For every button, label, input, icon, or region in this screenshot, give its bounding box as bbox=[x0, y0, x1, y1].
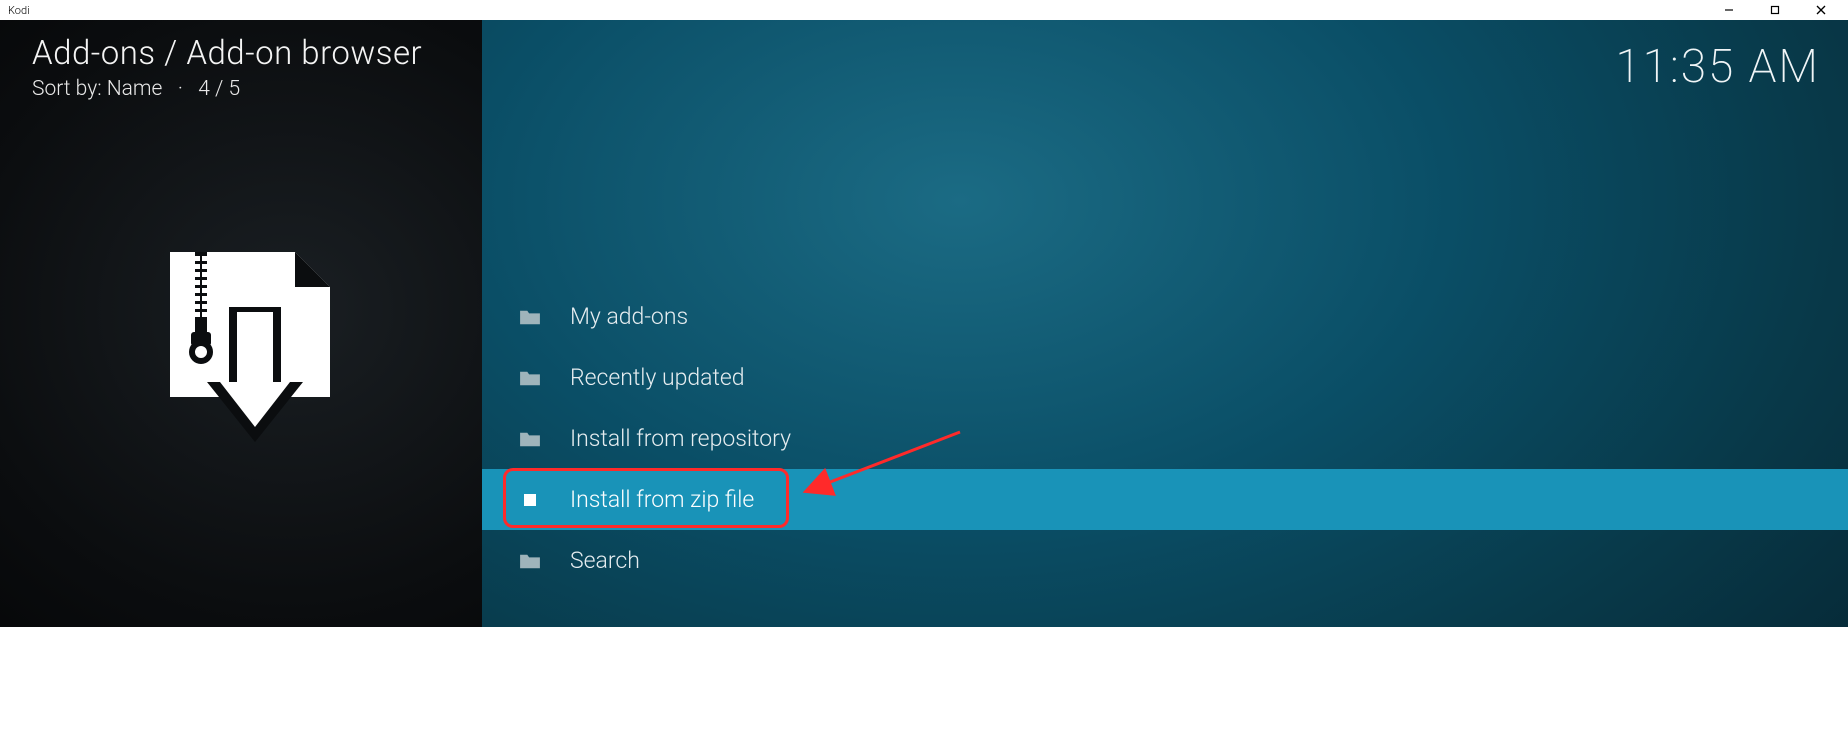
menu-item-install-from-zip-file[interactable]: Install from zip file bbox=[482, 469, 1848, 530]
addon-browser-menu: My add-ons Recently updated Install from r… bbox=[482, 286, 1848, 591]
folder-icon bbox=[518, 307, 542, 327]
menu-item-recently-updated[interactable]: Recently updated bbox=[482, 347, 1848, 408]
maximize-button[interactable] bbox=[1752, 0, 1798, 20]
folder-icon bbox=[518, 429, 542, 449]
menu-item-label: Search bbox=[570, 547, 640, 574]
menu-item-my-add-ons[interactable]: My add-ons bbox=[482, 286, 1848, 347]
breadcrumb: Add-ons / Add-on browser bbox=[32, 34, 422, 73]
file-icon bbox=[518, 490, 542, 510]
app-frame: Add-ons / Add-on browser Sort by: Name ·… bbox=[0, 20, 1848, 743]
window-controls bbox=[1706, 0, 1844, 20]
window-title: Kodi bbox=[8, 4, 30, 17]
menu-item-label: My add-ons bbox=[570, 303, 688, 330]
clock: 11:35 AM bbox=[1615, 40, 1820, 94]
position-counter: 4 / 5 bbox=[198, 77, 240, 101]
menu-item-label: Install from repository bbox=[570, 425, 791, 452]
menu-item-search[interactable]: Search bbox=[482, 530, 1848, 591]
minimize-button[interactable] bbox=[1706, 0, 1752, 20]
zip-install-icon bbox=[145, 242, 345, 442]
folder-icon bbox=[518, 551, 542, 571]
menu-item-install-from-repository[interactable]: Install from repository bbox=[482, 408, 1848, 469]
bottom-blank-area bbox=[0, 627, 1848, 743]
sort-info: Sort by: Name · 4 / 5 bbox=[32, 77, 240, 101]
menu-item-label: Install from zip file bbox=[570, 486, 754, 513]
sort-label: Sort by: Name bbox=[32, 77, 162, 101]
close-button[interactable] bbox=[1798, 0, 1844, 20]
sort-separator: · bbox=[168, 77, 194, 101]
menu-item-label: Recently updated bbox=[570, 364, 745, 391]
titlebar: Kodi bbox=[0, 0, 1848, 20]
folder-icon bbox=[518, 368, 542, 388]
